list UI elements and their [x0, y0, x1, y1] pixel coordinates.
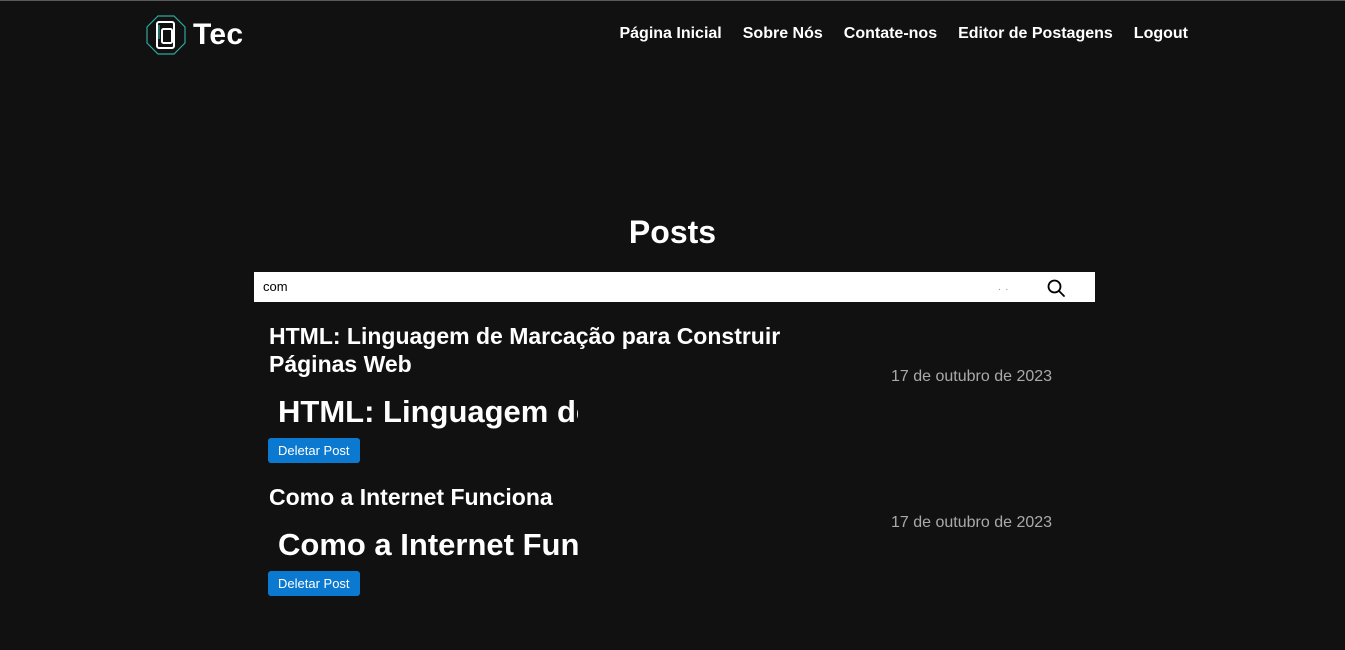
search-dots: . .: [998, 282, 1010, 293]
delete-post-button[interactable]: Deletar Post: [268, 438, 360, 463]
site-header: Tec Página Inicial Sobre Nós Contate-nos…: [0, 1, 1345, 65]
nav-post-editor[interactable]: Editor de Postagens: [958, 24, 1113, 44]
page-title: Posts: [628, 214, 717, 250]
post-preview: HTML: Linguagem de Marcação para Constru…: [278, 394, 578, 429]
search-input[interactable]: [263, 272, 983, 302]
nav-home[interactable]: Página Inicial: [619, 24, 721, 44]
search-icon[interactable]: [1046, 278, 1066, 298]
logo-text: Tec: [193, 18, 244, 51]
post-card: Como a Internet Funciona 17 de outubro d…: [254, 483, 1095, 598]
delete-post-button[interactable]: Deletar Post: [268, 571, 360, 596]
post-title[interactable]: HTML: Linguagem de Marcação para Constru…: [269, 322, 829, 378]
nav-contact[interactable]: Contate-nos: [844, 24, 937, 44]
post-title[interactable]: Como a Internet Funciona: [269, 483, 829, 511]
logo[interactable]: Tec: [146, 15, 243, 55]
logo-icon: [146, 15, 186, 55]
post-date: 17 de outubro de 2023: [891, 514, 1053, 531]
post-preview: Como a Internet Funciona: [278, 527, 578, 562]
main-nav: Página Inicial Sobre Nós Contate-nos Edi…: [619, 24, 1188, 44]
search-bar: . .: [254, 272, 1095, 302]
nav-about[interactable]: Sobre Nós: [743, 24, 823, 44]
nav-logout[interactable]: Logout: [1134, 24, 1188, 44]
post-card: HTML: Linguagem de Marcação para Constru…: [254, 322, 1095, 464]
post-date: 17 de outubro de 2023: [891, 368, 1053, 385]
